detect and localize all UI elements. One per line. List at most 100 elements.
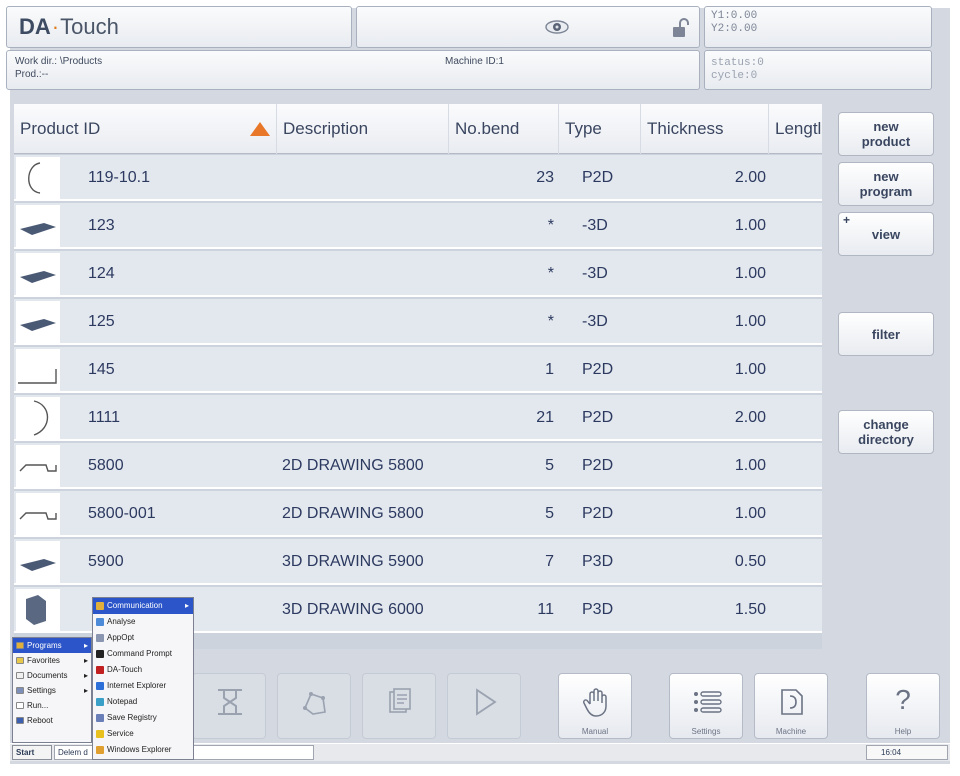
start-menu-item[interactable]: Reboot (13, 713, 91, 728)
machine-icon (781, 689, 803, 715)
part-thumbnail-icon (16, 589, 60, 631)
programs-menu-item[interactable]: Internet Explorer (93, 678, 193, 694)
filter-label: filter (871, 326, 901, 342)
cycle-text: cycle:0 (711, 70, 758, 82)
cell-thickness: 1.00 (734, 265, 766, 282)
help-button[interactable]: ? Help (866, 673, 940, 739)
program-label: Windows Explorer (107, 745, 172, 754)
cell-product-id: 124 (88, 265, 115, 282)
start-menu-item[interactable]: Programs ▸ (13, 638, 91, 653)
table-row[interactable]: 125 * -3D 1.00 (14, 299, 822, 345)
col-length[interactable]: Lengtl (768, 104, 822, 154)
table-row[interactable]: 145 1 P2D 1.00 (14, 347, 822, 393)
unlock-icon[interactable] (671, 17, 691, 39)
work-dir: Work dir.: \Products (15, 56, 103, 67)
table-row[interactable]: 1111 21 P2D 2.00 (14, 395, 822, 441)
cell-product-id: 145 (88, 361, 115, 378)
cell-type: P2D (582, 361, 614, 378)
play-icon (476, 688, 497, 716)
tools-button[interactable] (192, 673, 266, 739)
start-menu-label: Run... (27, 701, 49, 710)
programs-menu-item[interactable]: AppOpt (93, 630, 193, 646)
new-product-button[interactable]: new product (838, 112, 934, 156)
cell-no-bend: * (547, 217, 554, 234)
start-menu-label: Documents (27, 671, 68, 680)
programs-menu-item[interactable]: DA-Touch (93, 662, 193, 678)
programs-menu-item[interactable]: Communication ▸ (93, 598, 193, 614)
cell-type: P2D (582, 505, 614, 522)
program-icon (96, 602, 104, 610)
col-product-id[interactable]: Product ID (14, 104, 260, 154)
part-thumbnail-icon (16, 541, 60, 583)
change-directory-label: change directory (858, 417, 914, 447)
cell-no-bend: 7 (545, 553, 554, 570)
programs-menu-item[interactable]: Windows Explorer (93, 742, 193, 758)
col-type[interactable]: Type (558, 104, 640, 154)
cell-thickness: 1.00 (734, 457, 766, 474)
cell-thickness: 1.00 (734, 505, 766, 522)
hand-icon (583, 688, 607, 717)
app-logo: DA · Touch (6, 6, 352, 48)
start-menu-item[interactable]: Favorites ▸ (13, 653, 91, 668)
programs-menu-item[interactable]: Notepad (93, 694, 193, 710)
table-row[interactable]: 5900 3D DRAWING 5900 7 P3D 0.50 (14, 539, 822, 585)
programs-menu-item[interactable]: Command Prompt (93, 646, 193, 662)
manual-label: Manual (581, 727, 609, 736)
machine-button[interactable]: Machine (754, 673, 828, 739)
cell-no-bend: 23 (536, 169, 554, 186)
auto-button[interactable] (447, 673, 521, 739)
cell-no-bend: 1 (545, 361, 554, 378)
table-row[interactable]: 123 * -3D 1.00 (14, 203, 822, 249)
start-menu-item[interactable]: Documents ▸ (13, 668, 91, 683)
start-menu-label: Settings (27, 686, 56, 695)
table-row[interactable]: 5800 2D DRAWING 5800 5 P2D 1.00 (14, 443, 822, 489)
product-table: Product ID Description No.bend Type Thic… (14, 104, 822, 649)
new-program-label: new program (859, 169, 913, 199)
table-row[interactable]: 5800-001 2D DRAWING 5800 5 P2D 1.00 (14, 491, 822, 537)
cell-no-bend: * (547, 313, 554, 330)
start-menu-item[interactable]: Run... (13, 698, 91, 713)
taskbar-app-label: Delem d (58, 748, 88, 757)
filter-button[interactable]: filter (838, 312, 934, 356)
manual-button[interactable]: Manual (558, 673, 632, 739)
col-description[interactable]: Description (276, 104, 448, 154)
cell-thickness: 1.50 (734, 601, 766, 618)
program-label: AppOpt (107, 633, 135, 642)
programs-menu-item[interactable]: Service (93, 726, 193, 742)
menu-item-icon (16, 672, 24, 679)
system-tray: 16:04 (866, 745, 948, 760)
eye-icon[interactable] (545, 19, 569, 35)
col-no-bend[interactable]: No.bend (448, 104, 558, 154)
programs-menu-item[interactable]: Analyse (93, 614, 193, 630)
view-button[interactable]: + view (838, 212, 934, 256)
sort-ascending-icon[interactable] (250, 122, 270, 136)
submenu-arrow-icon: ▸ (83, 671, 88, 680)
start-button[interactable]: Start (12, 745, 52, 760)
start-menu-item[interactable]: Settings ▸ (13, 683, 91, 698)
table-row[interactable]: 119-10.1 23 P2D 2.00 (14, 155, 822, 201)
programs-menu-item[interactable]: Save Registry (93, 710, 193, 726)
part-thumbnail-icon (16, 253, 60, 295)
program-label: Analyse (107, 617, 136, 626)
cell-type: -3D (582, 217, 608, 234)
prod: Prod.:-- (15, 69, 49, 80)
program-icon (96, 714, 104, 722)
table-row[interactable]: 124 * -3D 1.00 (14, 251, 822, 297)
col-thickness[interactable]: Thickness (640, 104, 768, 154)
program-button[interactable] (362, 673, 436, 739)
help-label: Help (894, 727, 912, 736)
machine-label: Machine (775, 727, 807, 736)
start-label: Start (16, 748, 35, 757)
new-program-button[interactable]: new program (838, 162, 934, 206)
program-label: Service (107, 729, 134, 738)
change-directory-button[interactable]: change directory (838, 410, 934, 454)
table-header: Product ID Description No.bend Type Thic… (14, 104, 822, 154)
settings-button[interactable]: Settings (669, 673, 743, 739)
cell-type: P2D (582, 169, 614, 186)
logo-touch: Touch (60, 14, 119, 39)
cell-thickness: 0.50 (734, 553, 766, 570)
cell-description: 3D DRAWING 5900 (282, 553, 424, 570)
bend-button[interactable] (277, 673, 351, 739)
part-thumbnail-icon (16, 397, 60, 439)
view-label: view (871, 226, 901, 242)
